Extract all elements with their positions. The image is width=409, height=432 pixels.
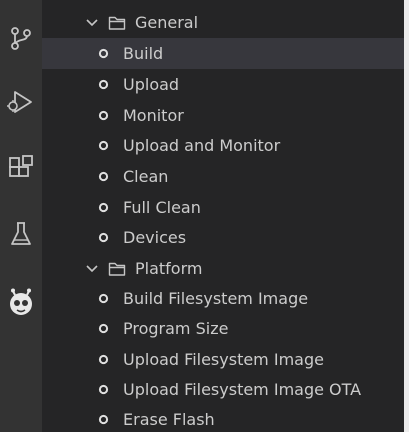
testing-icon[interactable] (0, 214, 42, 254)
task-label: Upload and Monitor (123, 136, 281, 155)
project-tasks-panel: General Build Upload Monitor Upload and … (42, 0, 404, 432)
task-upload-filesystem-image-ota[interactable]: Upload Filesystem Image OTA (42, 374, 404, 405)
task-label: Monitor (123, 106, 184, 125)
task-label: Erase Flash (123, 410, 215, 429)
task-label: Upload Filesystem Image (123, 350, 324, 369)
task-label: Program Size (123, 319, 229, 338)
task-build[interactable]: Build (42, 38, 404, 69)
task-upload-filesystem-image[interactable]: Upload Filesystem Image (42, 344, 404, 375)
circle-icon (98, 232, 109, 243)
task-monitor[interactable]: Monitor (42, 100, 404, 131)
circle-icon (98, 384, 109, 395)
platformio-icon[interactable] (0, 282, 42, 322)
chevron-down-icon (86, 18, 98, 26)
circle-icon (98, 171, 109, 182)
circle-icon (98, 354, 109, 365)
activity-bar (0, 0, 42, 432)
task-label: Build Filesystem Image (123, 289, 309, 308)
run-debug-icon[interactable] (0, 82, 42, 122)
circle-icon (98, 293, 109, 304)
circle-icon (98, 414, 109, 425)
circle-icon (98, 140, 109, 151)
group-general[interactable]: General (42, 7, 404, 38)
task-full-clean[interactable]: Full Clean (42, 192, 404, 223)
app-frame: General Build Upload Monitor Upload and … (0, 0, 409, 432)
task-label: Clean (123, 167, 169, 186)
window-edge (404, 0, 409, 432)
task-label: Devices (123, 228, 187, 247)
task-devices[interactable]: Devices (42, 222, 404, 253)
task-upload[interactable]: Upload (42, 69, 404, 100)
circle-icon (98, 323, 109, 334)
task-label: Upload Filesystem Image OTA (123, 380, 362, 399)
circle-icon (98, 48, 109, 59)
source-control-icon[interactable] (0, 18, 42, 58)
circle-icon (98, 202, 109, 213)
task-label: Build (123, 44, 164, 63)
circle-icon (98, 79, 109, 90)
group-platform[interactable]: Platform (42, 253, 404, 284)
circle-icon (98, 110, 109, 121)
task-program-size[interactable]: Program Size (42, 313, 404, 344)
task-clean[interactable]: Clean (42, 161, 404, 192)
chevron-down-icon (86, 264, 98, 272)
task-erase-flash[interactable]: Erase Flash (42, 404, 404, 432)
task-label: Upload (123, 75, 180, 94)
folder-icon (108, 16, 126, 30)
group-label: General (135, 13, 199, 32)
folder-icon (108, 262, 126, 276)
group-label: Platform (135, 259, 203, 278)
task-upload-and-monitor[interactable]: Upload and Monitor (42, 130, 404, 161)
extensions-icon[interactable] (0, 148, 42, 188)
task-label: Full Clean (123, 198, 201, 217)
task-build-filesystem-image[interactable]: Build Filesystem Image (42, 283, 404, 314)
